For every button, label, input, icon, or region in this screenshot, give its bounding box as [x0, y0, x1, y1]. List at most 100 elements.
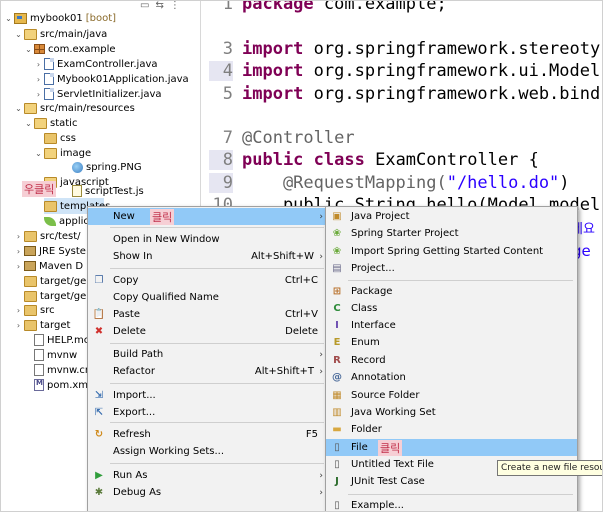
tree-item-maven[interactable]: › Maven D — [14, 258, 83, 274]
tree-item-static[interactable]: ⌄ static — [24, 115, 77, 131]
menu-item-class[interactable]: C Class — [326, 300, 577, 317]
tree-item-src-main-resources[interactable]: ⌄ src/main/resources — [14, 100, 135, 116]
menu-item-spring-starter-project[interactable]: ❀ Spring Starter Project — [326, 225, 577, 242]
menu-item-java-working-set[interactable]: ▥ Java Working Set — [326, 404, 577, 421]
menu-item-delete[interactable]: ✖ Delete Delete — [88, 323, 328, 340]
menu-item-shortcut: F5 — [305, 429, 318, 440]
chevron-right-icon[interactable]: › — [34, 60, 43, 69]
menu-separator — [110, 343, 324, 344]
tree-item-src-main-java[interactable]: ⌄ src/main/java — [14, 26, 107, 42]
tree-item-src[interactable]: › src — [14, 302, 55, 318]
menu-item-shortcut: Alt+Shift+T — [254, 366, 314, 377]
menu-item-label: JUnit Test Case — [351, 476, 425, 487]
java-project-icon: ▣ — [332, 211, 342, 222]
tree-item-src-test[interactable]: › src/test/ — [14, 228, 81, 244]
menu-item-new[interactable]: New 클릭 › — [88, 208, 328, 225]
code-token: org.springframework.ui.Model — [303, 61, 601, 81]
menu-item-build-path[interactable]: Build Path › — [88, 346, 328, 363]
menu-item-interface[interactable]: I Interface — [326, 317, 577, 334]
menu-item-shortcut: Ctrl+C — [284, 275, 318, 286]
menu-item-file[interactable]: ▯ File 클릭 — [326, 439, 577, 456]
menu-item-refresh[interactable]: ↻ Refresh F5 — [88, 426, 328, 443]
menu-item-label: Copy — [113, 275, 139, 286]
menu-item-run-as[interactable]: ▶ Run As › — [88, 467, 328, 484]
project-suffix: [boot] — [85, 12, 117, 24]
tree-label: css — [60, 132, 76, 144]
code-line[interactable]: import org.springframework.ui.Model — [242, 61, 600, 81]
menu-item-shortcut: Alt+Shift+W — [251, 251, 314, 262]
line-number: 8 — [209, 150, 233, 170]
menu-icon[interactable]: ⋮ — [170, 0, 180, 11]
chevron-right-icon[interactable]: › — [14, 232, 23, 241]
code-line[interactable]: public class ExamController { — [242, 150, 539, 170]
menu-item-label: Example... — [351, 500, 404, 511]
code-line[interactable]: import org.springframework.web.bind — [242, 84, 600, 104]
menu-item-assign-working-sets[interactable]: Assign Working Sets... — [88, 443, 328, 460]
chevron-down-icon[interactable]: ⌄ — [14, 104, 23, 113]
menu-item-open-in-new-window[interactable]: Open in New Window — [88, 231, 328, 248]
tree-item-file[interactable]: › Mybook01Application.java — [34, 71, 189, 87]
tree-item-mvnw[interactable]: mvnw — [34, 347, 77, 363]
menu-item-enum[interactable]: E Enum — [326, 334, 577, 351]
code-line[interactable]: @RequestMapping("/hello.do") — [242, 173, 570, 193]
menu-item-export[interactable]: ⇱ Export... — [88, 404, 328, 421]
chevron-right-icon[interactable]: › — [14, 247, 23, 256]
menu-item-paste[interactable]: 📋 Paste Ctrl+V — [88, 306, 328, 323]
chevron-down-icon[interactable]: ⌄ — [24, 119, 33, 128]
tree-item-help[interactable]: HELP.mc — [34, 332, 89, 348]
menu-item-refactor[interactable]: Refactor Alt+Shift+T › — [88, 363, 328, 380]
chevron-right-icon[interactable]: › — [34, 90, 43, 99]
chevron-right-icon[interactable]: › — [34, 75, 43, 84]
tree-item-pom[interactable]: pom.xm — [34, 377, 88, 393]
tree-item-spring-png[interactable]: spring.PNG — [72, 159, 142, 175]
menu-item-copy-qualified-name[interactable]: Copy Qualified Name — [88, 289, 328, 306]
link-icon[interactable]: ⇆ — [155, 0, 163, 11]
tree-item-package[interactable]: ⌄ com.example — [24, 41, 115, 57]
code-token: import — [242, 84, 304, 104]
chevron-right-icon: › — [319, 251, 323, 262]
code-line[interactable]: import org.springframework.stereoty — [242, 39, 600, 59]
chevron-down-icon[interactable]: ⌄ — [4, 14, 13, 23]
menu-item-example[interactable]: ▯ Example... — [326, 497, 577, 512]
tree-item-target-ge[interactable]: target/ge — [24, 273, 86, 289]
folder-icon — [24, 319, 37, 331]
menu-item-label: Record — [351, 355, 386, 366]
menu-item-label: Build Path — [113, 349, 164, 360]
menu-item-annotation[interactable]: @ Annotation — [326, 369, 577, 386]
chevron-down-icon[interactable]: ⌄ — [34, 149, 43, 158]
menu-item-package[interactable]: ⊞ Package — [326, 283, 577, 300]
code-line[interactable]: @Controller — [242, 128, 355, 148]
menu-item-show-in[interactable]: Show In Alt+Shift+W › — [88, 248, 328, 265]
menu-item-record[interactable]: R Record — [326, 352, 577, 369]
chevron-right-icon: › — [319, 211, 323, 222]
tree-item-file[interactable]: › ExamController.java — [34, 56, 158, 72]
menu-item-import-spring-getting-started-content[interactable]: ❀ Import Spring Getting Started Content — [326, 243, 577, 260]
menu-item-label: Enum — [351, 337, 380, 348]
collapse-icon[interactable]: ▭ — [140, 0, 149, 11]
interface-icon: I — [335, 320, 339, 331]
menu-item-source-folder[interactable]: ▦ Source Folder — [326, 387, 577, 404]
chevron-down-icon[interactable]: ⌄ — [14, 30, 23, 39]
menu-item-java-project[interactable]: ▣ Java Project — [326, 208, 577, 225]
tree-label: ServletInitializer.java — [57, 88, 162, 100]
tree-label: pom.xm — [47, 379, 89, 391]
menu-item-copy[interactable]: ❐ Copy Ctrl+C — [88, 272, 328, 289]
menu-item-import[interactable]: ⇲ Import... — [88, 387, 328, 404]
tree-item-mvnw-cmd[interactable]: mvnw.cr — [34, 362, 89, 378]
chevron-right-icon[interactable]: › — [14, 262, 23, 271]
tree-item-jre[interactable]: › JRE Syste — [14, 243, 86, 259]
menu-item-debug-as[interactable]: ✱ Debug As › — [88, 484, 328, 501]
tree-item-css[interactable]: css — [44, 130, 76, 146]
chevron-right-icon[interactable]: › — [14, 321, 23, 330]
chevron-down-icon[interactable]: ⌄ — [24, 45, 33, 54]
tree-item-scripttest[interactable]: scriptTest.js — [72, 183, 144, 199]
menu-item-folder[interactable]: ▬ Folder — [326, 421, 577, 438]
code-token: import — [242, 39, 304, 59]
tree-item-project[interactable]: ⌄ mybook01 [boot] — [4, 10, 116, 26]
code-line[interactable]: package com.example; — [242, 0, 447, 14]
chevron-right-icon[interactable]: › — [14, 306, 23, 315]
tree-item-target[interactable]: › target — [14, 317, 70, 333]
menu-item-project[interactable]: ▤ Project... — [326, 260, 577, 277]
spring-leaf-icon — [44, 216, 56, 226]
tree-item-applic[interactable]: applic — [44, 213, 89, 229]
